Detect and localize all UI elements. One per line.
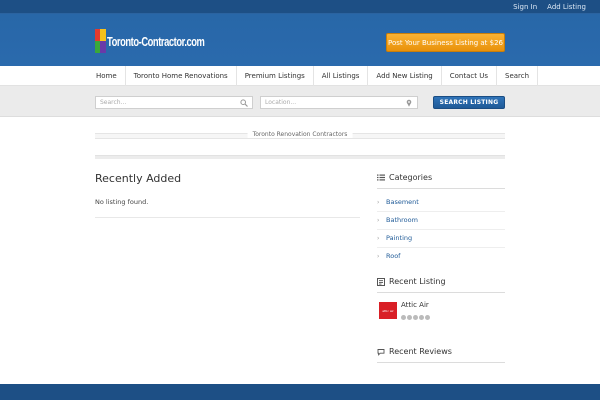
- chevron-right-icon: ›: [377, 234, 380, 242]
- recent-listing-heading: Recent Listing: [377, 277, 446, 286]
- search-band: Search... Location... SEARCH LISTING: [0, 86, 600, 117]
- search-icon: [240, 99, 248, 107]
- location-input[interactable]: Location...: [260, 96, 418, 109]
- logo-text: Toronto-Contractor.com: [107, 33, 205, 49]
- breadcrumb-divider: [95, 155, 505, 159]
- nav-all-listings[interactable]: All Listings: [314, 66, 369, 86]
- keyword-placeholder: Search...: [100, 99, 127, 106]
- recent-reviews-rule: [377, 362, 505, 363]
- breadcrumb-label[interactable]: Toronto Renovation Contractors: [247, 131, 353, 138]
- keyword-search-input[interactable]: Search...: [95, 96, 253, 109]
- recent-listing-rule: [377, 292, 505, 293]
- site-logo[interactable]: Toronto-Contractor.com: [95, 28, 242, 54]
- search-listing-button[interactable]: SEARCH LISTING: [433, 96, 505, 109]
- category-divider: [377, 229, 505, 230]
- category-item-basement[interactable]: › Basement: [377, 198, 505, 206]
- listing-thumbnail[interactable]: attic air: [379, 302, 397, 319]
- categories-heading: Categories: [377, 173, 432, 182]
- recent-listing-title: Recent Listing: [389, 277, 446, 286]
- category-item-roof[interactable]: › Roof: [377, 252, 505, 260]
- star-empty-icon: [413, 315, 418, 320]
- star-empty-icon: [419, 315, 424, 320]
- nav-contact-us[interactable]: Contact Us: [442, 66, 497, 86]
- breadcrumb: Toronto Renovation Contractors: [95, 131, 505, 139]
- chevron-right-icon: ›: [377, 216, 380, 224]
- list-icon: [377, 174, 385, 181]
- main-nav: Home Toronto Home Renovations Premium Li…: [0, 66, 600, 86]
- location-placeholder: Location...: [265, 99, 297, 106]
- category-item-bathroom[interactable]: › Bathroom: [377, 216, 505, 224]
- add-listing-link[interactable]: Add Listing: [547, 3, 586, 11]
- top-bar: Sign In Add Listing: [0, 0, 600, 14]
- nav-toronto-home-renovations[interactable]: Toronto Home Renovations: [126, 66, 237, 86]
- star-empty-icon: [407, 315, 412, 320]
- category-label: Bathroom: [386, 216, 418, 224]
- comment-icon: [377, 348, 385, 356]
- nav-home[interactable]: Home: [88, 66, 126, 86]
- logo-mark-icon: [95, 29, 106, 53]
- location-pin-icon: [406, 99, 412, 107]
- top-links: Sign In Add Listing: [513, 3, 586, 11]
- category-label: Roof: [386, 252, 401, 260]
- recent-reviews-title: Recent Reviews: [389, 347, 452, 356]
- chevron-right-icon: ›: [377, 198, 380, 206]
- rating-stars: [401, 315, 430, 320]
- no-listing-message: No listing found.: [95, 198, 149, 206]
- category-label: Basement: [386, 198, 419, 206]
- category-divider: [377, 211, 505, 212]
- main-divider: [95, 217, 360, 218]
- nav-premium-listings[interactable]: Premium Listings: [237, 66, 314, 86]
- star-empty-icon: [425, 315, 430, 320]
- category-item-painting[interactable]: › Painting: [377, 234, 505, 242]
- site-footer: [0, 384, 600, 400]
- chevron-right-icon: ›: [377, 252, 380, 260]
- sign-in-link[interactable]: Sign In: [513, 3, 537, 11]
- nav-search[interactable]: Search: [497, 66, 539, 86]
- nav-add-new-listing[interactable]: Add New Listing: [368, 66, 442, 86]
- recently-added-title: Recently Added: [95, 172, 182, 185]
- category-divider: [377, 247, 505, 248]
- site-header: Toronto-Contractor.com Post Your Busines…: [0, 14, 600, 66]
- recent-reviews-heading: Recent Reviews: [377, 347, 452, 356]
- document-icon: [377, 277, 385, 286]
- listing-thumbnail-text: attic air: [382, 308, 394, 313]
- categories-title: Categories: [389, 173, 433, 182]
- star-empty-icon: [401, 315, 406, 320]
- category-label: Painting: [386, 234, 413, 242]
- listing-name-link[interactable]: Attic Air: [401, 301, 429, 309]
- categories-rule: [377, 188, 505, 189]
- post-listing-button[interactable]: Post Your Business Listing at $26: [386, 33, 505, 52]
